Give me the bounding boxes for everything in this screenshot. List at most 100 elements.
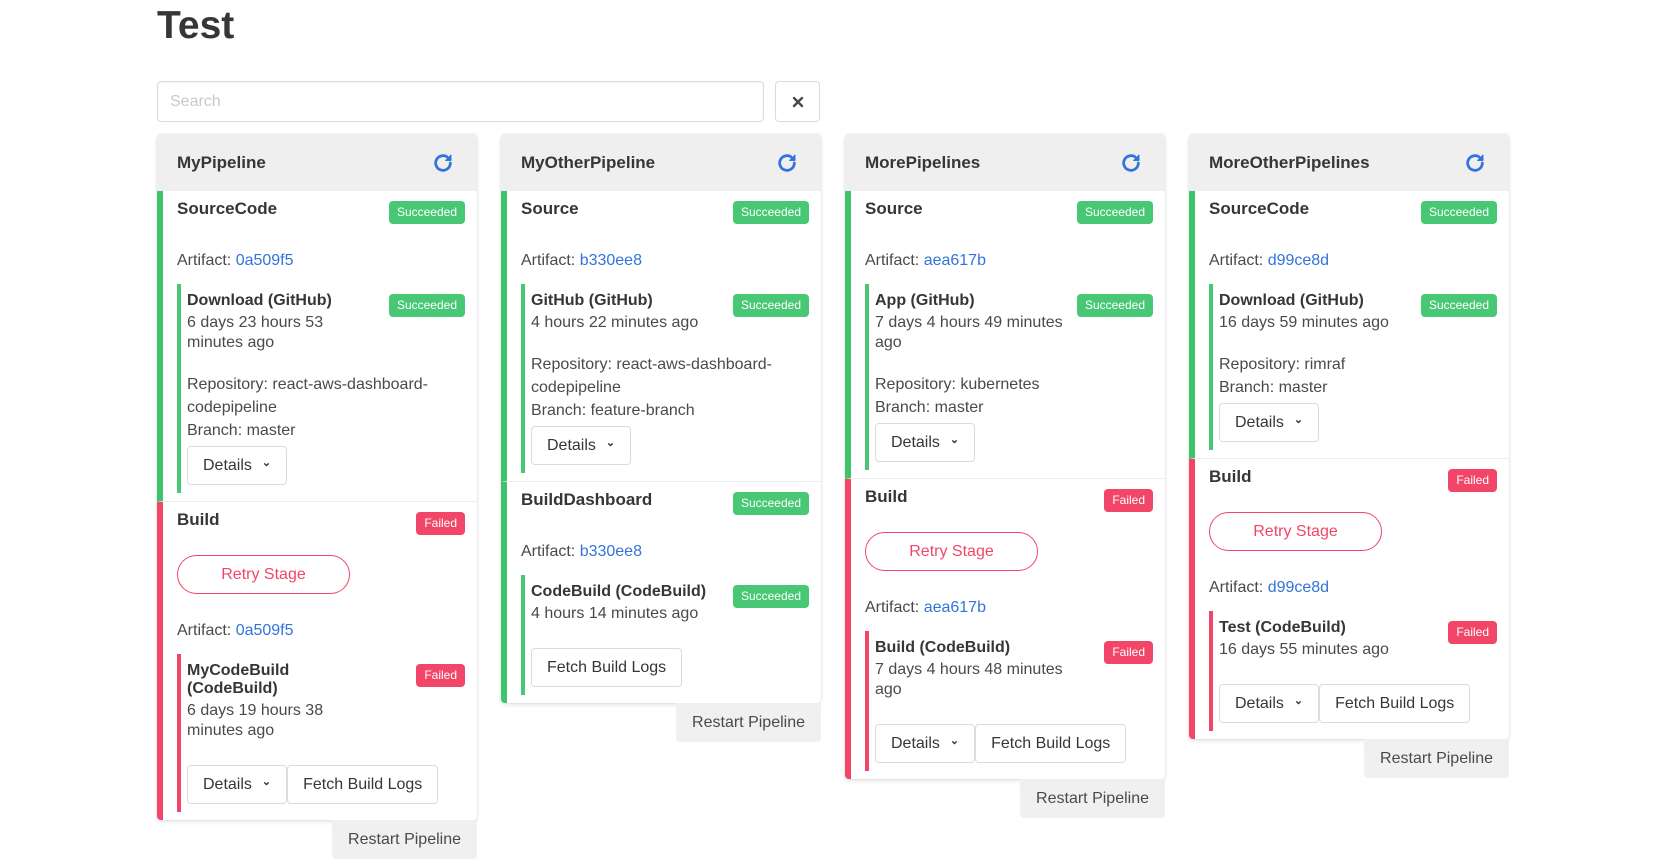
pipeline-header: MyPipeline	[157, 134, 477, 191]
restart-pipeline-button[interactable]: Restart Pipeline	[1020, 779, 1165, 818]
details-dropdown-button[interactable]: Details ⌄	[875, 724, 976, 763]
pipelines-board: MyPipeline SourceCode Succeeded Artifact: 0…	[157, 134, 1533, 859]
action-title: MyCodeBuild (CodeBuild) 6 days 19 hours 3…	[187, 656, 377, 741]
action-title: GitHub (GitHub) 4 hours 22 minutes ago	[531, 286, 698, 333]
artifact-link[interactable]: 0a509f5	[236, 622, 294, 639]
details-label: Details	[891, 734, 940, 752]
details-dropdown-button[interactable]: Details ⌄	[1219, 403, 1320, 442]
stage: Build Failed Retry Stage Artifact: d99ce8d T…	[1189, 459, 1509, 739]
details-dropdown-button[interactable]: Details ⌄	[875, 423, 976, 462]
action-header: MyCodeBuild (CodeBuild) 6 days 19 hours 3…	[187, 656, 465, 741]
source-info: Repository: react-aws-dashboard-codepipe…	[187, 373, 465, 442]
status-badge: Succeeded	[1076, 201, 1153, 224]
artifact-link[interactable]: d99ce8d	[1268, 252, 1329, 269]
status-badge: Failed	[1448, 469, 1497, 492]
clear-search-button[interactable]	[775, 81, 820, 122]
restart-row: Restart Pipeline	[501, 703, 821, 742]
search-input[interactable]	[157, 81, 764, 122]
status-badge: Failed	[1448, 621, 1497, 644]
action-name: GitHub (GitHub)	[531, 292, 653, 309]
action-name: Download (GitHub)	[187, 292, 332, 309]
refresh-button[interactable]	[1461, 149, 1489, 177]
artifact-label: Artifact:	[1209, 579, 1268, 596]
status-badge: Failed	[416, 512, 465, 535]
restart-pipeline-button[interactable]: Restart Pipeline	[332, 820, 477, 859]
details-dropdown-button[interactable]: Details ⌄	[531, 426, 632, 465]
stage-header: Build Failed	[177, 510, 465, 535]
action-header: Build (CodeBuild) 7 days 4 hours 48 minut…	[875, 633, 1153, 700]
source-info-line: Branch: master	[187, 422, 296, 439]
source-info-line: Repository: rimraf	[1219, 356, 1346, 373]
artifact-line: Artifact: d99ce8d	[1209, 579, 1497, 597]
stage-header: SourceCode Succeeded	[1209, 199, 1497, 224]
stage-name: Source	[521, 199, 579, 218]
action-buttons: Details ⌄ Fetch Build Logs	[1219, 684, 1497, 723]
chevron-down-icon: ⌄	[605, 437, 616, 449]
stage: BuildDashboard Succeeded Artifact: b330ee8…	[501, 482, 821, 703]
source-info-line: Branch: master	[875, 399, 984, 416]
stage-name: Build	[1209, 467, 1252, 486]
details-dropdown-button[interactable]: Details ⌄	[187, 446, 288, 485]
stage-header: Source Succeeded	[521, 199, 809, 224]
artifact-link[interactable]: aea617b	[924, 599, 986, 616]
fetch-build-logs-button[interactable]: Fetch Build Logs	[531, 648, 683, 687]
artifact-link[interactable]: d99ce8d	[1268, 579, 1329, 596]
details-dropdown-button[interactable]: Details ⌄	[187, 765, 288, 804]
artifact-line: Artifact: b330ee8	[521, 543, 809, 561]
action-buttons: Fetch Build Logs	[531, 648, 809, 687]
pipeline-header: MoreOtherPipelines	[1189, 134, 1509, 191]
chevron-down-icon: ⌄	[1293, 414, 1304, 426]
status-badge: Succeeded	[732, 585, 809, 608]
pipeline-column: MorePipelines Source Succeeded Artifact: ae…	[845, 134, 1165, 818]
status-badge: Succeeded	[1076, 294, 1153, 317]
details-label: Details	[203, 775, 252, 793]
artifact-link[interactable]: 0a509f5	[236, 252, 294, 269]
stage-header: SourceCode Succeeded	[177, 199, 465, 224]
pipeline-name: MyOtherPipeline	[521, 152, 656, 172]
action-buttons: Details ⌄ Fetch Build Logs	[187, 765, 465, 804]
pipeline-name: MyPipeline	[177, 152, 266, 172]
action-buttons: Details ⌄ Fetch Build Logs	[875, 724, 1153, 763]
source-info-line: Repository: kubernetes	[875, 376, 1040, 393]
artifact-link[interactable]: b330ee8	[580, 252, 642, 269]
restart-pipeline-button[interactable]: Restart Pipeline	[676, 703, 821, 742]
artifact-link[interactable]: b330ee8	[580, 543, 642, 560]
pipeline-column: MyOtherPipeline Source Succeeded Artifact: …	[501, 134, 821, 742]
fetch-build-logs-button[interactable]: Fetch Build Logs	[287, 765, 439, 804]
page-title: Test	[157, 4, 235, 47]
restart-pipeline-button[interactable]: Restart Pipeline	[1364, 739, 1509, 778]
artifact-link[interactable]: aea617b	[924, 252, 986, 269]
pipeline-header: MyOtherPipeline	[501, 134, 821, 191]
action: App (GitHub) 7 days 4 hours 49 minutes ag…	[865, 284, 1153, 470]
refresh-icon	[1466, 153, 1484, 172]
status-badge: Succeeded	[1420, 201, 1497, 224]
status-badge: Failed	[1104, 489, 1153, 512]
retry-stage-button[interactable]: Retry Stage	[865, 532, 1038, 571]
action-title: Test (CodeBuild) 16 days 55 minutes ago	[1219, 613, 1389, 660]
action-header: Test (CodeBuild) 16 days 55 minutes ago Fa…	[1219, 613, 1497, 660]
action-time: 16 days 59 minutes ago	[1219, 314, 1389, 331]
refresh-button[interactable]	[429, 149, 457, 177]
refresh-button[interactable]	[1117, 149, 1145, 177]
details-label: Details	[203, 456, 252, 474]
action-header: App (GitHub) 7 days 4 hours 49 minutes ag…	[875, 286, 1153, 353]
action-time: 6 days 23 hours 53 minutes ago	[187, 314, 324, 351]
action-header: Download (GitHub) 16 days 59 minutes ago S…	[1219, 286, 1497, 333]
action-header: Download (GitHub) 6 days 23 hours 53 minu…	[187, 286, 465, 353]
fetch-build-logs-button[interactable]: Fetch Build Logs	[1319, 684, 1471, 723]
retry-stage-button[interactable]: Retry Stage	[177, 555, 350, 594]
fetch-build-logs-button[interactable]: Fetch Build Logs	[975, 724, 1127, 763]
pipeline-card: MoreOtherPipelines SourceCode Succeeded Art…	[1189, 134, 1509, 739]
pipeline-column: MyPipeline SourceCode Succeeded Artifact: 0…	[157, 134, 477, 859]
artifact-label: Artifact:	[865, 599, 924, 616]
status-badge: Succeeded	[732, 294, 809, 317]
refresh-button[interactable]	[773, 149, 801, 177]
artifact-line: Artifact: b330ee8	[521, 252, 809, 270]
chevron-down-icon: ⌄	[1293, 695, 1304, 707]
stage: Source Succeeded Artifact: b330ee8 GitHub (…	[501, 191, 821, 482]
details-dropdown-button[interactable]: Details ⌄	[1219, 684, 1320, 723]
pipeline-card: MyOtherPipeline Source Succeeded Artifact: …	[501, 134, 821, 703]
action-header: GitHub (GitHub) 4 hours 22 minutes ago Suc…	[531, 286, 809, 333]
retry-stage-button[interactable]: Retry Stage	[1209, 512, 1382, 551]
stage-name: Build	[177, 510, 220, 529]
